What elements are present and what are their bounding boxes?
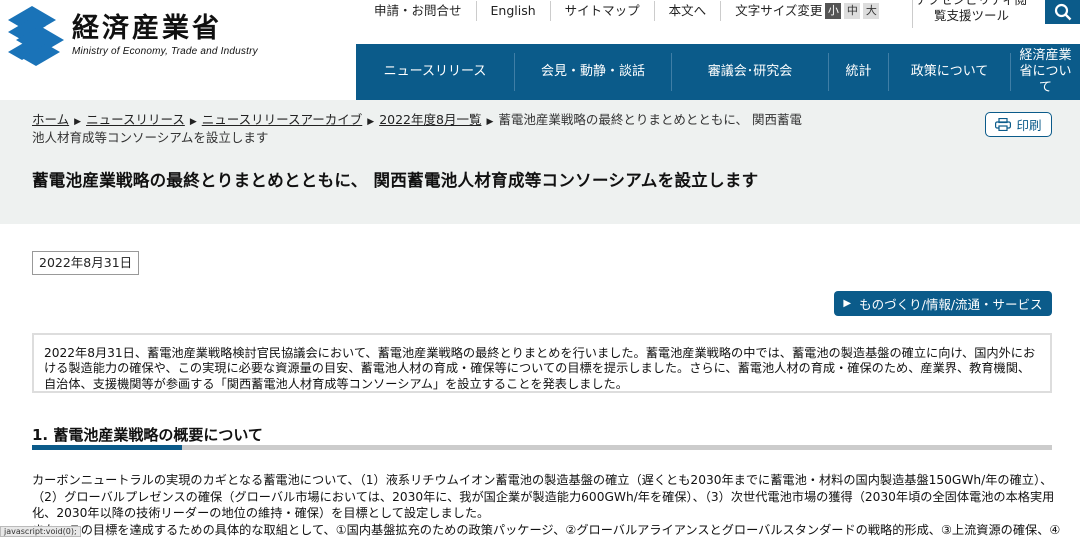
search-button[interactable] bbox=[1045, 0, 1080, 24]
section-body: カーボンニュートラルの実現のカギとなる蓄電池について、（1）液系リチウムイオン蓄… bbox=[32, 472, 1062, 537]
release-date: 2022年8月31日 bbox=[32, 251, 140, 275]
print-label: 印刷 bbox=[1016, 118, 1042, 133]
section-heading: 1. 蓄電池産業戦略の概要について bbox=[32, 426, 263, 444]
title-band: ホーム ▶ ニュースリリース ▶ ニュースリリースアーカイブ ▶ 2022年度8月一覧 ▶ 蓄電… bbox=[0, 100, 1080, 224]
summary-box: 2022年8月31日、蓄電池産業戦略検討官民協議会において、蓄電池産業戦略の最終… bbox=[32, 333, 1052, 393]
gnav-councils[interactable]: 審議会･研究会 bbox=[671, 53, 828, 91]
global-nav: ニュースリリース 会見・動静・談話 審議会･研究会 統計 政策について 経済産業… bbox=[356, 44, 1080, 100]
play-arrow-icon: ▶ bbox=[843, 298, 852, 309]
accessibility-tool-link[interactable]: アクセシビリティ閲覧支援ツール bbox=[912, 0, 1030, 28]
font-size-small-button[interactable]: 小 bbox=[825, 3, 842, 19]
utility-nav: 申請・お問合せ English サイトマップ 本文へ 文字サイズ変更 小 中 大 bbox=[356, 0, 893, 22]
skip-to-content-link[interactable]: 本文へ bbox=[653, 1, 721, 21]
gnav-about[interactable]: 経済産業省について bbox=[1010, 48, 1080, 95]
breadcrumb-arrow-icon: ▶ bbox=[74, 117, 82, 127]
breadcrumb-arrow-icon: ▶ bbox=[189, 117, 197, 127]
site-logo[interactable]: 経済産業省 Ministry of Economy, Trade and Ind… bbox=[8, 6, 258, 68]
gnav-statistics[interactable]: 統計 bbox=[828, 53, 888, 91]
search-icon bbox=[1054, 3, 1071, 21]
breadcrumb-aug-2022-list[interactable]: 2022年度8月一覧 bbox=[379, 112, 481, 127]
font-size-control: 文字サイズ変更 小 中 大 bbox=[720, 1, 893, 21]
category-tag-button[interactable]: ▶ ものづくり/情報/流通・サービス bbox=[834, 291, 1052, 316]
breadcrumb-news-release[interactable]: ニュースリリース bbox=[86, 112, 185, 127]
section-paragraph: カーボンニュートラルの実現のカギとなる蓄電池について、（1）液系リチウムイオン蓄… bbox=[32, 473, 1055, 520]
gnav-news-release[interactable]: ニュースリリース bbox=[356, 53, 514, 91]
font-size-label: 文字サイズ変更 bbox=[735, 3, 823, 18]
category-label: ものづくり/情報/流通・サービス bbox=[859, 297, 1043, 312]
page-title: 蓄電池産業戦略の最終とりまとめとともに、 関西蓄電池人材育成等コンソーシアムを設… bbox=[32, 171, 759, 190]
font-size-medium-button[interactable]: 中 bbox=[844, 3, 861, 19]
breadcrumb-home[interactable]: ホーム bbox=[32, 112, 69, 127]
site-header: 経済産業省 Ministry of Economy, Trade and Ind… bbox=[0, 0, 1080, 100]
sitemap-link[interactable]: サイトマップ bbox=[549, 1, 654, 21]
section-divider-accent bbox=[32, 445, 182, 450]
logo-subtitle: Ministry of Economy, Trade and Industry bbox=[72, 46, 258, 57]
meti-logo-icon bbox=[8, 6, 64, 66]
section-paragraph: また、この目標を達成するための具体的な取組として、①国内基盤拡充のための政策パッ… bbox=[32, 522, 1061, 537]
breadcrumb: ホーム ▶ ニュースリリース ▶ ニュースリリースアーカイブ ▶ 2022年度8月一覧 ▶ 蓄電… bbox=[32, 112, 802, 145]
breadcrumb-arrow-icon: ▶ bbox=[367, 117, 375, 127]
font-size-large-button[interactable]: 大 bbox=[863, 3, 880, 19]
contact-link[interactable]: 申請・お問合せ bbox=[356, 1, 476, 21]
breadcrumb-archive[interactable]: ニュースリリースアーカイブ bbox=[202, 112, 363, 127]
print-button[interactable]: 印刷 bbox=[985, 112, 1052, 137]
breadcrumb-arrow-icon: ▶ bbox=[486, 117, 494, 127]
gnav-policy[interactable]: 政策について bbox=[888, 53, 1010, 91]
gnav-press-conference[interactable]: 会見・動静・談話 bbox=[514, 53, 671, 91]
logo-title: 経済産業省 bbox=[72, 13, 222, 44]
english-link[interactable]: English bbox=[475, 1, 550, 21]
browser-status-bar: javascript:void(0); bbox=[0, 526, 81, 537]
section-divider bbox=[32, 445, 1052, 450]
printer-icon bbox=[995, 118, 1012, 131]
